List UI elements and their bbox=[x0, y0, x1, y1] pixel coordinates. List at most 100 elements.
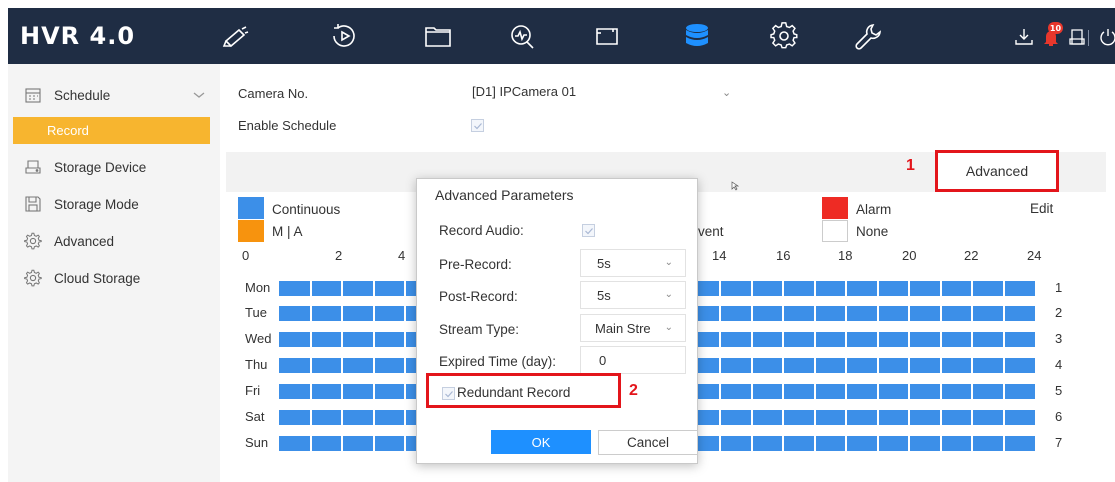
advanced-gear-icon bbox=[24, 232, 42, 250]
sidebar-item-cloud-storage[interactable]: Cloud Storage bbox=[8, 264, 220, 292]
row-copy-number[interactable]: 1 bbox=[1055, 280, 1062, 295]
sidebar-item-label: Schedule bbox=[54, 87, 111, 103]
hour-divider bbox=[782, 332, 784, 347]
expired-time-input[interactable]: 0 bbox=[580, 346, 686, 374]
row-copy-number[interactable]: 6 bbox=[1055, 409, 1062, 424]
hour-divider bbox=[372, 436, 375, 451]
hour-divider bbox=[908, 358, 910, 373]
power-icon[interactable] bbox=[1097, 26, 1115, 48]
pre-record-label: Pre-Record: bbox=[439, 257, 512, 272]
hour-divider bbox=[971, 436, 973, 451]
hour-divider bbox=[341, 384, 343, 399]
sidebar-item-advanced[interactable]: Advanced bbox=[8, 227, 220, 255]
hour-divider bbox=[309, 306, 312, 321]
post-record-select[interactable]: 5s ⌄ bbox=[580, 281, 686, 309]
mia-legend-swatch[interactable] bbox=[238, 220, 264, 242]
hour-label: 2 bbox=[335, 248, 343, 263]
enable-schedule-label: Enable Schedule bbox=[238, 118, 337, 133]
ok-button-label: OK bbox=[531, 434, 551, 450]
hour-divider bbox=[719, 410, 721, 425]
hour-label: 24 bbox=[1027, 248, 1042, 263]
smart-analysis-icon[interactable] bbox=[504, 18, 540, 54]
hour-divider bbox=[782, 306, 784, 321]
hour-label: 20 bbox=[902, 248, 917, 263]
alarm-bell-icon[interactable]: 10 bbox=[1040, 22, 1063, 48]
stream-type-value: Main Stre bbox=[595, 320, 651, 336]
chevron-down-icon[interactable] bbox=[193, 90, 205, 100]
row-copy-number[interactable]: 3 bbox=[1055, 331, 1062, 346]
continuous-legend-swatch[interactable] bbox=[238, 197, 264, 219]
advanced-button[interactable]: Advanced bbox=[935, 150, 1059, 192]
hour-divider bbox=[1002, 384, 1005, 399]
row-copy-number[interactable]: 5 bbox=[1055, 383, 1062, 398]
hour-divider bbox=[939, 332, 942, 347]
hour-divider bbox=[939, 384, 942, 399]
row-copy-number[interactable]: 4 bbox=[1055, 357, 1062, 372]
day-label: Wed bbox=[245, 331, 272, 346]
storage-device-icon bbox=[24, 158, 42, 176]
sidebar-item-record[interactable]: Record bbox=[13, 117, 210, 144]
hour-divider bbox=[309, 410, 312, 425]
download-icon[interactable] bbox=[1013, 26, 1035, 48]
system-settings-gear-icon[interactable] bbox=[766, 18, 802, 54]
file-management-icon[interactable] bbox=[420, 18, 456, 54]
sidebar-item-storage-mode[interactable]: Storage Mode bbox=[8, 190, 220, 218]
hour-divider bbox=[750, 358, 753, 373]
row-copy-number[interactable]: 2 bbox=[1055, 305, 1062, 320]
day-label: Sun bbox=[245, 435, 269, 450]
hour-divider bbox=[908, 410, 910, 425]
hour-divider bbox=[845, 358, 847, 373]
maintenance-wrench-icon[interactable] bbox=[850, 18, 886, 54]
display-icon[interactable] bbox=[589, 18, 625, 54]
hour-divider bbox=[782, 384, 784, 399]
expired-time-label: Expired Time (day): bbox=[439, 354, 557, 369]
hour-divider bbox=[971, 410, 973, 425]
hour-divider bbox=[971, 384, 973, 399]
stream-type-select[interactable]: Main Stre ⌄ bbox=[580, 314, 686, 342]
sidebar-item-label: Storage Device bbox=[54, 159, 147, 175]
sidebar-item-schedule[interactable]: Schedule bbox=[8, 81, 220, 109]
none-legend-swatch[interactable] bbox=[822, 220, 848, 242]
hour-divider bbox=[782, 281, 784, 296]
hour-label: 22 bbox=[964, 248, 979, 263]
hour-label: 16 bbox=[776, 248, 791, 263]
hour-divider bbox=[719, 332, 721, 347]
hour-divider bbox=[876, 436, 879, 451]
alarm-legend-swatch[interactable] bbox=[822, 197, 848, 219]
chevron-down-icon: ⌄ bbox=[664, 289, 673, 300]
sidebar-item-storage-device[interactable]: Storage Device bbox=[8, 153, 220, 181]
hour-divider bbox=[813, 281, 816, 296]
alarm-legend-label: Alarm bbox=[856, 202, 892, 217]
playback-icon[interactable] bbox=[326, 18, 362, 54]
hour-divider bbox=[719, 384, 721, 399]
edit-button[interactable]: Edit bbox=[1030, 201, 1053, 216]
hour-divider bbox=[372, 384, 375, 399]
row-copy-number[interactable]: 7 bbox=[1055, 435, 1062, 450]
hour-divider bbox=[372, 306, 375, 321]
cancel-button-label: Cancel bbox=[626, 435, 670, 450]
ok-button[interactable]: OK bbox=[491, 430, 591, 454]
hour-divider bbox=[813, 436, 816, 451]
storage-database-icon[interactable] bbox=[679, 18, 715, 54]
sidebar-item-label: Storage Mode bbox=[54, 196, 139, 212]
live-view-camera-icon[interactable] bbox=[217, 18, 253, 54]
hour-divider bbox=[813, 306, 816, 321]
hour-divider bbox=[908, 436, 910, 451]
chevron-down-icon: ⌄ bbox=[664, 257, 673, 268]
record-audio-checkbox[interactable] bbox=[582, 224, 595, 237]
cancel-button[interactable]: Cancel bbox=[598, 430, 698, 455]
enable-schedule-checkbox[interactable] bbox=[471, 119, 484, 132]
hour-divider bbox=[372, 358, 375, 373]
notification-panel-icon[interactable] bbox=[1066, 26, 1088, 48]
mouse-cursor-icon bbox=[731, 181, 739, 191]
pre-record-select[interactable]: 5s ⌄ bbox=[580, 249, 686, 277]
sidebar: Schedule Record Storage Device Storage M… bbox=[8, 64, 220, 482]
sidebar-item-label: Cloud Storage bbox=[54, 270, 141, 286]
hour-divider bbox=[845, 332, 847, 347]
hour-divider bbox=[309, 384, 312, 399]
hour-divider bbox=[719, 436, 721, 451]
day-label: Mon bbox=[245, 280, 271, 295]
hour-divider bbox=[719, 306, 721, 321]
camera-select[interactable]: [D1] IPCamera 01 ⌄ bbox=[472, 84, 740, 106]
mia-legend-label: M | A bbox=[272, 224, 303, 239]
